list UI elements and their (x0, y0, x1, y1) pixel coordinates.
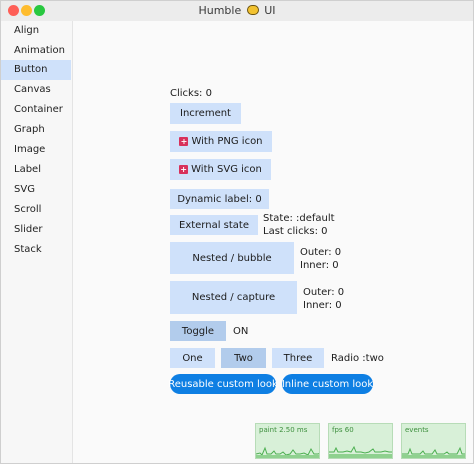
radio-two-button[interactable]: Two (221, 348, 266, 368)
inline-custom-look-button[interactable]: Inline custom look (282, 374, 373, 394)
sidebar-item-animation[interactable]: Animation (1, 41, 71, 61)
nested-capture-button[interactable]: Nested / capture (170, 281, 297, 314)
bubble-inner-label: Inner: 0 (300, 260, 339, 271)
sidebar-item-svg[interactable]: SVG (1, 180, 71, 200)
state-label: State: :default (263, 213, 335, 224)
dynamic-label-button[interactable]: Dynamic label: 0 (170, 189, 269, 209)
plus-icon: + (179, 165, 189, 174)
sidebar-item-container[interactable]: Container (1, 100, 71, 120)
app-window: Humble UI Align Animation Button Canvas … (0, 0, 474, 464)
window-title-text: Humble (198, 4, 242, 17)
capture-inner-label: Inner: 0 (303, 300, 342, 311)
nested-bubble-button[interactable]: Nested / bubble (170, 242, 294, 274)
paint-sparkline (256, 446, 319, 458)
clicks-label: Clicks: 0 (170, 88, 212, 99)
plus-icon: + (179, 137, 189, 146)
toggle-button[interactable]: Toggle (170, 321, 226, 341)
capture-outer-label: Outer: 0 (303, 287, 345, 298)
fps-sparkline (329, 445, 392, 458)
title-bar: Humble UI (1, 1, 473, 22)
bubble-outer-label: Outer: 0 (300, 247, 342, 258)
radio-one-button[interactable]: One (170, 348, 215, 368)
radio-three-button[interactable]: Three (272, 348, 324, 368)
sidebar-item-stack[interactable]: Stack (1, 240, 71, 260)
sidebar-item-image[interactable]: Image (1, 140, 71, 160)
radio-value-label: Radio :two (331, 353, 384, 364)
content-area: Clicks: 0 Increment + With PNG icon + Wi… (73, 21, 473, 463)
events-stat-label: events (405, 426, 429, 434)
svg-icon-button[interactable]: + With SVG icon (170, 159, 271, 180)
sidebar-item-slider[interactable]: Slider (1, 220, 71, 240)
sidebar: Align Animation Button Canvas Container … (1, 21, 73, 463)
paint-stat-label: paint 2.50 ms (259, 426, 308, 434)
events-sparkline (402, 446, 465, 458)
window-title-suffix: UI (264, 4, 276, 17)
last-clicks-label: Last clicks: 0 (263, 226, 328, 237)
bee-icon (246, 5, 259, 15)
svg-icon-button-label: With SVG icon (191, 164, 262, 175)
toggle-state-label: ON (233, 326, 249, 337)
window-title: Humble UI (1, 4, 473, 17)
fps-stat-panel: fps 60 (328, 423, 393, 459)
sidebar-item-label[interactable]: Label (1, 160, 71, 180)
increment-button[interactable]: Increment (170, 103, 241, 124)
events-stat-panel: events (401, 423, 466, 459)
sidebar-item-align[interactable]: Align (1, 21, 71, 41)
sidebar-item-graph[interactable]: Graph (1, 120, 71, 140)
external-state-button[interactable]: External state (170, 215, 258, 235)
sidebar-item-canvas[interactable]: Canvas (1, 80, 71, 100)
paint-stat-panel: paint 2.50 ms (255, 423, 320, 459)
reusable-custom-look-button[interactable]: Reusable custom look (168, 374, 278, 394)
fps-stat-label: fps 60 (332, 426, 354, 434)
sidebar-item-button[interactable]: Button (1, 60, 71, 80)
png-icon-button-label: With PNG icon (191, 136, 263, 147)
png-icon-button[interactable]: + With PNG icon (170, 131, 272, 152)
sidebar-item-scroll[interactable]: Scroll (1, 200, 71, 220)
